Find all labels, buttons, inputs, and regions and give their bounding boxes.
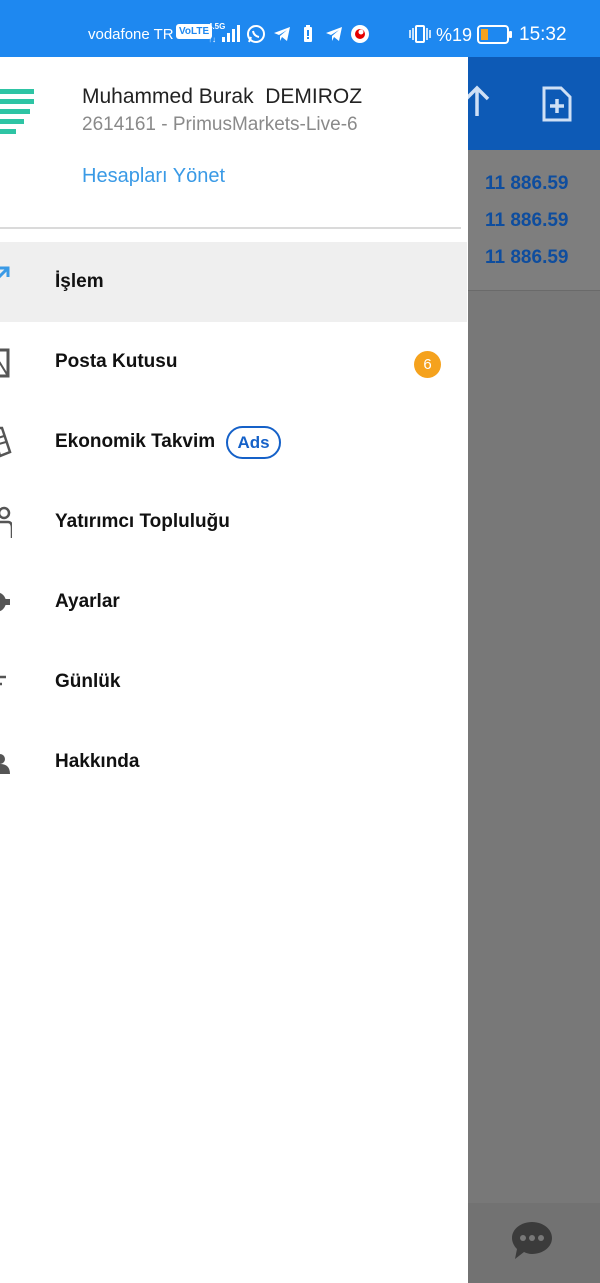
- battery-alert-icon: [304, 25, 312, 42]
- whatsapp-icon: [247, 25, 265, 43]
- menu-item-label: Ayarlar: [55, 591, 120, 612]
- battery-percent: %19: [436, 25, 473, 45]
- manage-accounts-link[interactable]: Hesapları Yönet: [82, 165, 225, 188]
- menu-item-settings[interactable]: Ayarlar: [0, 562, 467, 642]
- account-info: 2614161 - PrimusMarkets-Live-6: [82, 114, 358, 135]
- calendar-icon: [0, 426, 12, 458]
- volte-badge: VoLTE: [176, 24, 213, 39]
- carrier-label: vodafone TR: [88, 26, 174, 43]
- menu-item-trade[interactable]: İşlem: [0, 242, 467, 322]
- telegram-icon: [326, 27, 342, 41]
- user-name: Muhammed Burak DEMIROZ: [82, 85, 363, 108]
- battery-icon: [477, 25, 512, 44]
- menu-item-label: Posta Kutusu: [55, 351, 178, 372]
- telegram-icon: [274, 27, 290, 41]
- notification-icons: [246, 22, 370, 46]
- gear-icon: [0, 592, 10, 612]
- menu-item-label: Ekonomik Takvim: [55, 431, 216, 452]
- status-bar: vodafone TR VoLTE 4.5G ↑↓ %19 15:32: [0, 0, 600, 57]
- mailbox-icon: [0, 348, 10, 378]
- community-icon: [0, 506, 12, 538]
- network-type-label: 4.5G: [208, 22, 226, 31]
- info-icon: [0, 754, 10, 774]
- vodafone-icon: [351, 25, 369, 43]
- menu-item-journal[interactable]: Günlük: [0, 642, 467, 722]
- unread-count-badge: 6: [414, 351, 441, 378]
- chat-icon[interactable]: [510, 1219, 554, 1263]
- balance-value: 11 886.59: [485, 173, 569, 194]
- ads-badge: Ads: [226, 426, 281, 459]
- new-document-icon[interactable]: [540, 86, 574, 122]
- free-margin-value: 11 886.59: [485, 247, 569, 268]
- journal-icon: [0, 675, 6, 686]
- menu-item-about[interactable]: Hakkında: [0, 722, 467, 802]
- app-content-overlay[interactable]: [468, 150, 600, 1283]
- app-logo: [0, 89, 34, 134]
- trade-arrow-icon: [0, 266, 10, 279]
- svg-text:↑↓: ↑↓: [208, 35, 216, 44]
- menu-item-mailbox[interactable]: Posta Kutusu 6: [0, 322, 467, 402]
- menu-item-label: Hakkında: [55, 751, 140, 772]
- divider: [0, 227, 461, 229]
- menu-item-label: Günlük: [55, 671, 121, 692]
- menu-item-investor-community[interactable]: Yatırımcı Topluluğu: [0, 482, 467, 562]
- menu-item-label: İşlem: [55, 271, 104, 292]
- clock: 15:32: [519, 24, 567, 45]
- navigation-drawer: Muhammed Burak DEMIROZ 2614161 - PrimusM…: [0, 57, 468, 1283]
- menu-item-economic-calendar[interactable]: Ekonomik Takvim Ads: [0, 402, 467, 482]
- signal-icon: 4.5G ↑↓: [208, 22, 242, 44]
- vibrate-icon: [409, 25, 431, 43]
- equity-value: 11 886.59: [485, 210, 569, 231]
- menu-item-label: Yatırımcı Topluluğu: [55, 511, 230, 532]
